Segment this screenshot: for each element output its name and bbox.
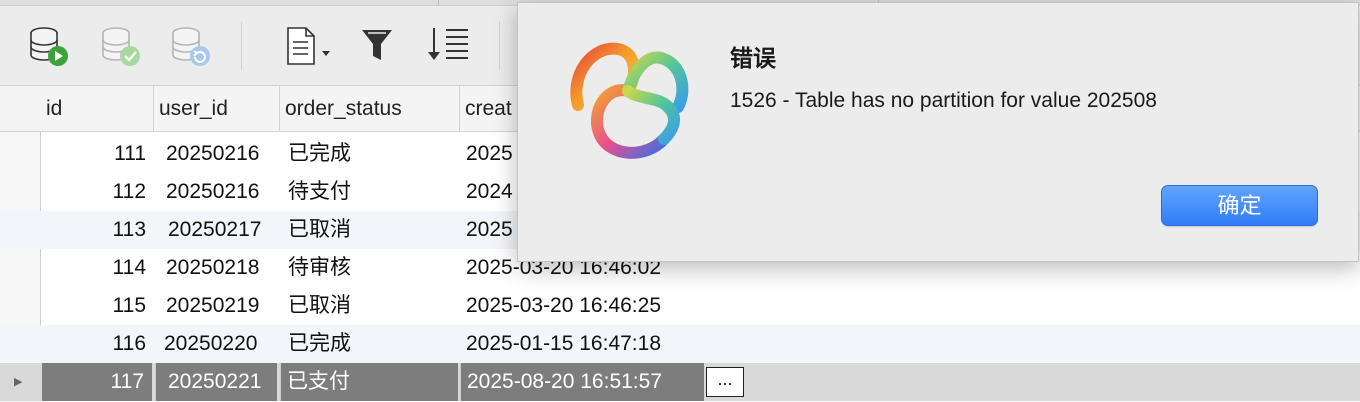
dialog-message: 1526 - Table has no partition for value … (730, 89, 1157, 112)
cell-id[interactable]: 116 (41, 325, 154, 363)
cell-id[interactable]: 117 (42, 363, 152, 401)
cell-create-time[interactable]: 2025-03-20 16:46:25 (460, 287, 760, 325)
cell-order-status[interactable]: 已支付 (280, 363, 458, 401)
cell-user-id[interactable]: 20250217 (162, 211, 280, 249)
cell-id[interactable]: 111 (41, 135, 154, 173)
ok-button[interactable]: 确定 (1161, 185, 1318, 226)
sort-icon[interactable] (424, 24, 468, 68)
app-window: id user_id order_status creat 111 202502… (0, 0, 1360, 402)
navicat-logo-icon (566, 35, 696, 165)
document-dropdown-icon[interactable] (282, 24, 338, 68)
cell-user-id[interactable]: 20250218 (160, 249, 280, 287)
cell-order-status[interactable]: 已完成 (282, 135, 460, 173)
cell-user-id[interactable]: 20250216 (160, 173, 280, 211)
cell-user-id[interactable]: 20250221 (155, 363, 277, 401)
cell-user-id[interactable]: 20250219 (160, 287, 280, 325)
column-header-id[interactable]: id (41, 86, 154, 132)
database-refresh-icon[interactable] (168, 24, 212, 68)
cell-user-id[interactable]: 20250216 (160, 135, 280, 173)
column-header-order-status[interactable]: order_status (280, 86, 460, 132)
cell-user-id[interactable]: 20250220 (158, 325, 280, 363)
cell-id[interactable]: 114 (41, 249, 154, 287)
database-check-icon[interactable] (98, 24, 142, 68)
cell-editor-ellipsis-button[interactable]: ... (706, 367, 744, 397)
table-row[interactable]: 115 20250219 已取消 2025-03-20 16:46:25 (0, 287, 1360, 325)
table-row-selected[interactable]: ▶ 117 20250221 已支付 2025-08-20 16:51:57 .… (0, 363, 1360, 401)
cell-id[interactable]: 115 (41, 287, 154, 325)
table-row[interactable]: 116 20250220 已完成 2025-01-15 16:47:18 (0, 325, 1360, 363)
cell-create-time[interactable]: 2025-08-20 16:51:57 (460, 363, 704, 401)
cell-id[interactable]: 112 (41, 173, 154, 211)
cell-create-time[interactable]: 2025-01-15 16:47:18 (460, 325, 760, 363)
cell-order-status[interactable]: 待支付 (282, 173, 460, 211)
column-header-user-id[interactable]: user_id (154, 86, 280, 132)
cell-order-status[interactable]: 已取消 (282, 211, 460, 249)
row-selected-marker-icon: ▶ (14, 376, 23, 388)
error-dialog: 错误 1526 - Table has no partition for val… (517, 2, 1359, 262)
cell-id[interactable]: 113 (41, 211, 154, 249)
cell-order-status[interactable]: 已完成 (282, 325, 460, 363)
dialog-title: 错误 (730, 45, 776, 71)
filter-icon[interactable] (356, 24, 400, 68)
database-run-icon[interactable] (26, 24, 70, 68)
cell-order-status[interactable]: 已取消 (282, 287, 460, 325)
cell-order-status[interactable]: 待审核 (282, 249, 460, 287)
